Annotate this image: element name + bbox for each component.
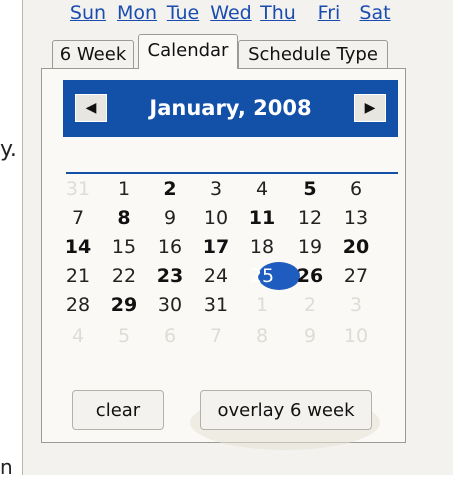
day-cell[interactable]: 7 xyxy=(60,205,96,231)
right-triangle-icon: ▶ xyxy=(364,100,376,116)
day-cell[interactable]: 4 xyxy=(244,176,280,202)
day-cell[interactable]: 19 xyxy=(292,234,328,260)
day-cell[interactable]: 11 xyxy=(244,205,280,231)
day-cell[interactable]: 7 xyxy=(198,323,234,349)
day-cell[interactable]: 1 xyxy=(244,292,280,318)
day-cell[interactable]: 2 xyxy=(292,292,328,318)
day-cell[interactable]: 9 xyxy=(292,323,328,349)
month-title: January, 2008 xyxy=(149,96,312,120)
day-cell[interactable]: 16 xyxy=(152,234,188,260)
tab-schedule-type[interactable]: Schedule Type xyxy=(238,40,388,68)
day-cell[interactable]: 20 xyxy=(338,234,374,260)
day-cell[interactable]: 3 xyxy=(338,292,374,318)
weekday-label: Thu xyxy=(260,2,296,24)
day-cell-today[interactable]: 25 xyxy=(244,263,280,289)
tab-calendar[interactable]: Calendar xyxy=(138,34,238,69)
day-cell[interactable]: 30 xyxy=(152,292,188,318)
day-cell[interactable]: 12 xyxy=(292,205,328,231)
day-cell[interactable]: 31 xyxy=(198,292,234,318)
day-cell[interactable]: 14 xyxy=(60,234,96,260)
day-cell[interactable]: 27 xyxy=(338,263,374,289)
day-cell[interactable]: 21 xyxy=(60,263,96,289)
day-cell[interactable]: 10 xyxy=(198,205,234,231)
day-cell[interactable]: 4 xyxy=(60,323,96,349)
edge-fragment-text-bottom: n xyxy=(0,455,13,479)
day-cell[interactable]: 22 xyxy=(106,263,142,289)
day-cell[interactable]: 5 xyxy=(106,323,142,349)
day-cell[interactable]: 10 xyxy=(338,323,374,349)
day-cell[interactable]: 6 xyxy=(338,176,374,202)
day-cell[interactable]: 17 xyxy=(198,234,234,260)
overlay-6-week-button[interactable]: overlay 6 week xyxy=(200,390,372,430)
weekday-label: Sun xyxy=(69,2,107,24)
tab-6-week[interactable]: 6 Week xyxy=(52,40,134,68)
day-cell[interactable]: 3 xyxy=(198,176,234,202)
day-cell[interactable]: 24 xyxy=(198,263,234,289)
edge-fragment-text: y. xyxy=(0,137,17,162)
day-cell[interactable]: 18 xyxy=(244,234,280,260)
day-cell[interactable]: 9 xyxy=(152,205,188,231)
weekday-label: Wed xyxy=(210,2,252,24)
day-cell[interactable]: 23 xyxy=(152,263,188,289)
day-cell[interactable]: 26 xyxy=(292,263,328,289)
calendar-header: ◀ January, 2008 ▶ xyxy=(63,80,398,137)
weekday-label: Fri xyxy=(317,2,341,24)
prev-month-button[interactable]: ◀ xyxy=(75,94,107,122)
day-cell[interactable]: 8 xyxy=(106,205,142,231)
day-cell[interactable]: 6 xyxy=(152,323,188,349)
weekday-header xyxy=(66,146,398,174)
day-cell[interactable]: 28 xyxy=(60,292,96,318)
day-cell[interactable]: 1 xyxy=(106,176,142,202)
weekday-label: Sat xyxy=(359,2,391,24)
clear-button[interactable]: clear xyxy=(72,390,164,430)
day-cell[interactable]: 31 xyxy=(60,176,96,202)
weekday-label: Tue xyxy=(166,2,200,24)
left-triangle-icon: ◀ xyxy=(85,100,97,116)
day-cell[interactable]: 13 xyxy=(338,205,374,231)
weekday-label: Mon xyxy=(116,2,158,24)
day-cell[interactable]: 29 xyxy=(106,292,142,318)
day-cell[interactable]: 5 xyxy=(292,176,328,202)
day-cell[interactable]: 2 xyxy=(152,176,188,202)
day-cell[interactable]: 15 xyxy=(106,234,142,260)
day-cell[interactable]: 8 xyxy=(244,323,280,349)
next-month-button[interactable]: ▶ xyxy=(354,94,386,122)
